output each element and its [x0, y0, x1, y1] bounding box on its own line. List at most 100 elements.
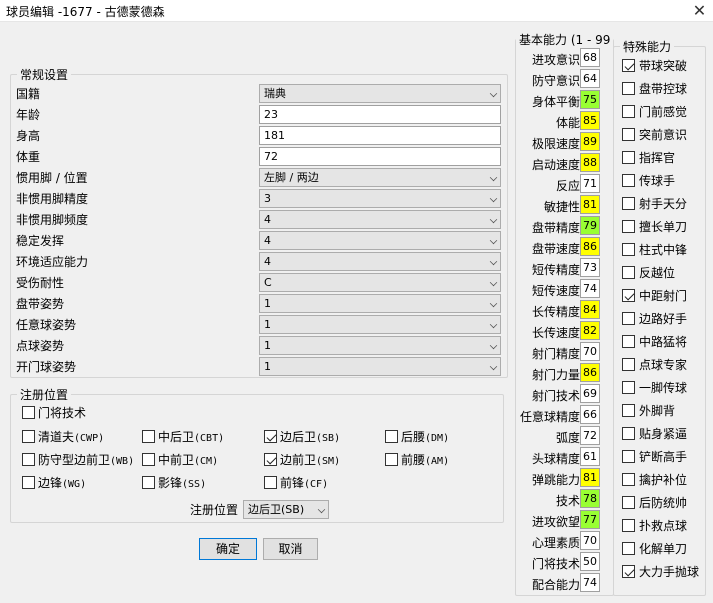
general-dropdown[interactable]: 4	[259, 231, 501, 250]
ability-value-field[interactable]: 66	[580, 405, 600, 424]
special-ability-checkbox[interactable]	[622, 450, 635, 463]
position-option-label: 前腰(AM)	[401, 453, 449, 469]
position-option-checkbox[interactable]	[22, 453, 35, 466]
general-text-field[interactable]: 181	[259, 126, 501, 145]
ability-value-field[interactable]: 74	[580, 573, 600, 592]
general-row-label: 国籍	[16, 87, 41, 101]
position-option-checkbox[interactable]	[385, 430, 398, 443]
position-select[interactable]: 边后卫(SB)	[243, 500, 329, 519]
title-bar: 球员编辑 -1677 - 古德蒙德森 ✕	[0, 0, 713, 22]
special-ability-checkbox[interactable]	[622, 289, 635, 302]
position-option-checkbox[interactable]	[385, 453, 398, 466]
general-text-field[interactable]: 23	[259, 105, 501, 124]
special-ability-checkbox[interactable]	[622, 82, 635, 95]
ability-value-field[interactable]: 85	[580, 111, 600, 130]
position-option-checkbox[interactable]	[22, 476, 35, 489]
position-select-value: 边后卫(SB)	[248, 503, 305, 516]
chevron-down-icon	[489, 236, 498, 245]
special-ability-checkbox[interactable]	[622, 473, 635, 486]
ability-value-field[interactable]: 74	[580, 279, 600, 298]
general-text-field[interactable]: 72	[259, 147, 501, 166]
ok-button[interactable]: 确定	[199, 538, 257, 560]
general-field-value: 3	[264, 192, 271, 205]
ability-value-field[interactable]: 82	[580, 321, 600, 340]
general-row-label: 点球姿势	[16, 339, 65, 353]
position-option-code: (CWP)	[74, 433, 105, 444]
ability-value-field[interactable]: 88	[580, 153, 600, 172]
special-ability-checkbox[interactable]	[622, 243, 635, 256]
ability-value-field[interactable]: 72	[580, 426, 600, 445]
position-gk-label: 门将技术	[38, 406, 86, 420]
ability-label: 弧度	[555, 431, 580, 445]
special-ability-checkbox[interactable]	[622, 519, 635, 532]
special-ability-checkbox[interactable]	[622, 220, 635, 233]
close-icon[interactable]: ✕	[686, 0, 713, 22]
ability-value-field[interactable]: 79	[580, 216, 600, 235]
ability-label: 身体平衡	[531, 95, 580, 109]
special-ability-checkbox[interactable]	[622, 312, 635, 325]
ability-value-field[interactable]: 71	[580, 174, 600, 193]
ability-value-field[interactable]: 64	[580, 69, 600, 88]
ability-value-field[interactable]: 50	[580, 552, 600, 571]
ability-value-field[interactable]: 86	[580, 363, 600, 382]
ability-value-field[interactable]: 81	[580, 468, 600, 487]
position-option-checkbox[interactable]	[264, 476, 277, 489]
general-dropdown[interactable]: 左脚 / 两边	[259, 168, 501, 187]
special-ability-checkbox[interactable]	[622, 151, 635, 164]
position-option-code: (CBT)	[194, 433, 225, 444]
ability-value-field[interactable]: 70	[580, 531, 600, 550]
general-dropdown[interactable]: C	[259, 273, 501, 292]
special-ability-checkbox[interactable]	[622, 427, 635, 440]
ability-value-field[interactable]: 75	[580, 90, 600, 109]
general-dropdown[interactable]: 瑞典	[259, 84, 501, 103]
special-ability-checkbox[interactable]	[622, 358, 635, 371]
general-dropdown[interactable]: 1	[259, 357, 501, 376]
position-option-label: 后腰(DM)	[401, 430, 449, 446]
special-ability-checkbox[interactable]	[622, 404, 635, 417]
special-ability-checkbox[interactable]	[622, 335, 635, 348]
special-ability-checkbox[interactable]	[622, 105, 635, 118]
special-ability-label: 带球突破	[639, 59, 688, 73]
general-dropdown[interactable]: 3	[259, 189, 501, 208]
special-ability-label: 点球专家	[639, 358, 688, 372]
position-option-checkbox[interactable]	[22, 430, 35, 443]
ability-value-field[interactable]: 68	[580, 48, 600, 67]
position-option-checkbox[interactable]	[142, 476, 155, 489]
general-settings-legend: 常规设置	[20, 68, 69, 82]
cancel-button[interactable]: 取消	[263, 538, 318, 560]
ability-value-field[interactable]: 61	[580, 447, 600, 466]
ability-value-field[interactable]: 73	[580, 258, 600, 277]
general-dropdown[interactable]: 1	[259, 315, 501, 334]
special-ability-checkbox[interactable]	[622, 174, 635, 187]
general-dropdown[interactable]: 1	[259, 294, 501, 313]
position-option-checkbox[interactable]	[142, 430, 155, 443]
ability-value-field[interactable]: 78	[580, 489, 600, 508]
special-ability-checkbox[interactable]	[622, 542, 635, 555]
ability-value-field[interactable]: 70	[580, 342, 600, 361]
general-dropdown[interactable]: 4	[259, 252, 501, 271]
ability-label: 门将技术	[531, 557, 580, 571]
ability-value-field[interactable]: 89	[580, 132, 600, 151]
special-ability-checkbox[interactable]	[622, 197, 635, 210]
special-ability-checkbox[interactable]	[622, 496, 635, 509]
special-ability-checkbox[interactable]	[622, 128, 635, 141]
ability-value-field[interactable]: 81	[580, 195, 600, 214]
ability-value-field[interactable]: 84	[580, 300, 600, 319]
ability-value-field[interactable]: 86	[580, 237, 600, 256]
ability-value-field[interactable]: 77	[580, 510, 600, 529]
position-option-checkbox[interactable]	[264, 453, 277, 466]
general-dropdown[interactable]: 4	[259, 210, 501, 229]
position-gk-checkbox[interactable]	[22, 406, 35, 419]
special-ability-checkbox[interactable]	[622, 565, 635, 578]
position-option-label-text: 中后卫	[158, 430, 195, 444]
position-option-checkbox[interactable]	[264, 430, 277, 443]
general-row-label: 环境适应能力	[16, 255, 89, 269]
ability-label: 体能	[555, 116, 580, 130]
ability-label: 心理素质	[531, 536, 580, 550]
position-option-checkbox[interactable]	[142, 453, 155, 466]
ability-value-field[interactable]: 69	[580, 384, 600, 403]
special-ability-checkbox[interactable]	[622, 266, 635, 279]
special-ability-checkbox[interactable]	[622, 59, 635, 72]
special-ability-checkbox[interactable]	[622, 381, 635, 394]
general-dropdown[interactable]: 1	[259, 336, 501, 355]
